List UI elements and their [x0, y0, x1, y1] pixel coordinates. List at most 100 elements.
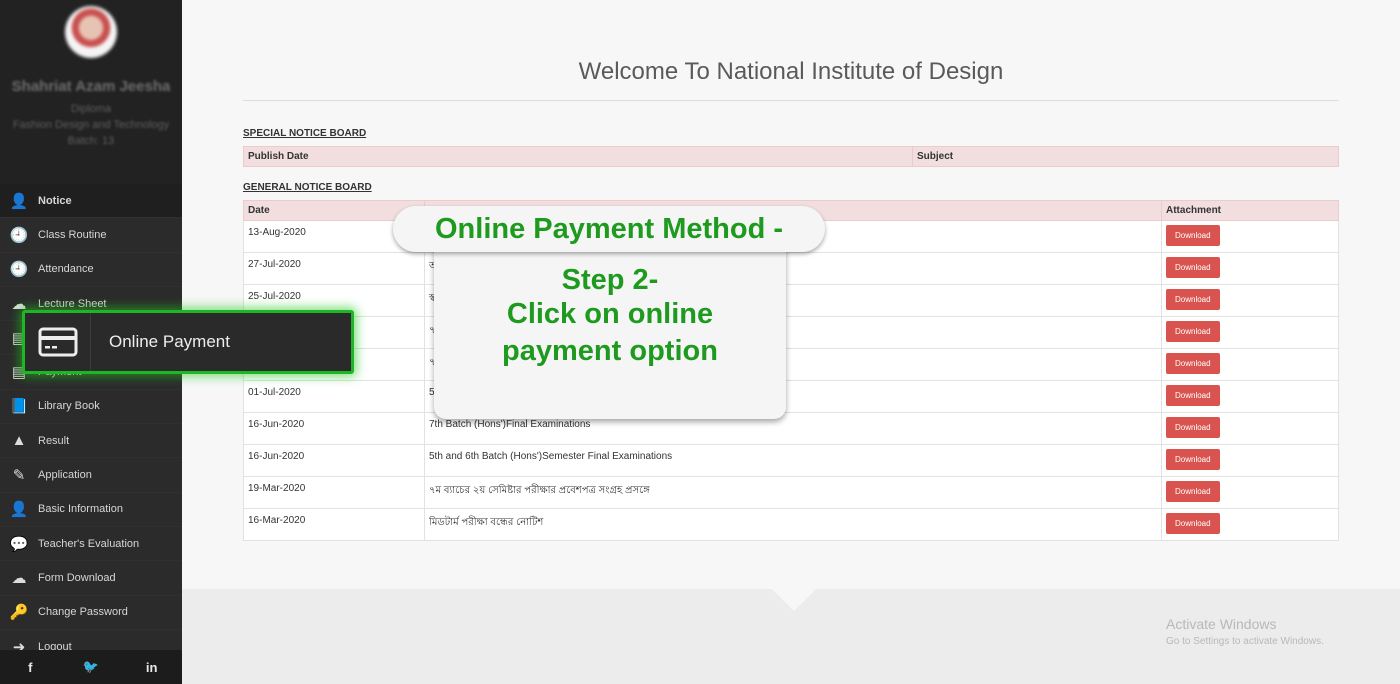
download-button[interactable]: Download: [1166, 353, 1220, 374]
notice-date: 16-Jun-2020: [243, 444, 425, 477]
download-button[interactable]: Download: [1166, 385, 1220, 406]
table-row: 16-Jun-2020 7th Batch (Hons')Final Examin…: [243, 412, 1339, 445]
step-text: Click on online payment option: [434, 296, 786, 370]
sidebar-item-form-download[interactable]: ☁ Form Download: [0, 561, 182, 596]
column-header: Attachment: [1161, 200, 1339, 221]
download-button[interactable]: Download: [1166, 417, 1220, 438]
sidebar-item-label: Change Password: [38, 606, 128, 619]
profile-department: Fashion Design and Technology: [12, 119, 170, 131]
notice-attachment: Download: [1161, 252, 1339, 285]
watermark-title: Activate Windows: [1166, 616, 1277, 632]
sidebar-item-change-password[interactable]: 🔑 Change Password: [0, 596, 182, 630]
profile-batch: Batch: 13: [67, 135, 115, 147]
credit-card-icon: [25, 313, 91, 371]
notice-date: 16-Jun-2020: [243, 412, 425, 445]
sidebar-item-label: Application: [38, 469, 92, 482]
watermark-subtitle: Go to Settings to activate Windows.: [1166, 636, 1324, 647]
avatar: [65, 6, 117, 58]
sidebar-item-library-book[interactable]: 📘 Library Book: [0, 390, 182, 425]
notice-attachment: Download: [1161, 444, 1339, 477]
sidebar-item-label: Notice: [38, 194, 72, 207]
footer-notch: [772, 589, 816, 611]
table-row: 16-Jun-2020 5th and 6th Batch (Hons')Seme…: [243, 444, 1339, 477]
sidebar-item-result[interactable]: ▲ Result: [0, 424, 182, 459]
table-row: 19-Mar-2020 ৭ম ব্যাচের ২য় সেমিষ্টার পরীক…: [243, 476, 1339, 509]
download-button[interactable]: Download: [1166, 289, 1220, 310]
windows-activation-watermark: Activate Windows Go to Settings to activ…: [1166, 616, 1324, 647]
table-row: 16-Mar-2020 মিডটার্ম পরীক্ষা বন্ধের নোটিশ…: [243, 508, 1339, 541]
facebook-icon[interactable]: f: [10, 660, 50, 675]
sidebar-item-label: Result: [38, 434, 70, 447]
notice-attachment: Download: [1161, 348, 1339, 381]
column-header: Subject: [912, 146, 1339, 167]
step-text-line-2: payment option: [502, 335, 718, 367]
table-row: ৭ Download: [243, 316, 1339, 349]
sidebar-item-label: Attendance: [38, 263, 94, 276]
online-payment-callout[interactable]: Online Payment: [22, 310, 354, 374]
clock-icon: 🕘: [9, 261, 29, 279]
table-row: 25-Jul-2020 স্ব Download: [243, 284, 1339, 317]
sidebar-item-label: Library Book: [38, 400, 100, 413]
special-notice-heading: SPECIAL NOTICE BOARD: [243, 128, 367, 139]
download-button[interactable]: Download: [1166, 321, 1220, 342]
twitter-icon[interactable]: 🐦: [71, 659, 111, 675]
sidebar-item-class-routine[interactable]: 🕘 Class Routine: [0, 218, 182, 253]
profile-program: Diploma: [70, 103, 112, 115]
notice-date: 27-Jul-2020: [243, 252, 425, 285]
sidebar-item-application[interactable]: ✎ Application: [0, 458, 182, 493]
column-header: Publish Date: [243, 146, 913, 167]
special-notice-table: Publish Date Subject: [243, 146, 1339, 167]
callout-label: Online Payment: [109, 332, 230, 351]
step-title: Step 2-: [561, 264, 659, 296]
notice-subject: মিডটার্ম পরীক্ষা বন্ধের নোটিশ: [424, 508, 1162, 541]
notice-attachment: Download: [1161, 284, 1339, 317]
title-divider: [243, 100, 1339, 101]
user-icon: 👤: [9, 192, 29, 210]
table-row: ৭ Download: [243, 348, 1339, 381]
notice-attachment: Download: [1161, 380, 1339, 413]
sidebar-item-notice[interactable]: 👤 Notice: [0, 184, 182, 219]
notice-attachment: Download: [1161, 476, 1339, 509]
method-title-pill: Online Payment Method -: [393, 206, 825, 252]
notice-date: 01-Jul-2020: [243, 380, 425, 413]
step-text-line-1: Click on online: [506, 298, 714, 330]
social-links: f 🐦 in: [0, 650, 182, 684]
general-notice-heading: GENERAL NOTICE BOARD: [243, 182, 372, 193]
profile-panel: Shahriat Azam Jeesha Diploma Fashion Des…: [0, 0, 182, 184]
download-button[interactable]: Download: [1166, 257, 1220, 278]
sidebar-item-label: Teacher's Evaluation: [38, 537, 140, 550]
sidebar-item-label: Lecture Sheet: [38, 297, 107, 310]
edit-icon: ✎: [12, 467, 26, 485]
sidebar-item-label: Class Routine: [38, 228, 107, 241]
sidebar-item-label: Basic Information: [38, 503, 123, 516]
notice-subject: 5th and 6th Batch (Hons')Semester Final …: [424, 444, 1162, 477]
download-button[interactable]: Download: [1166, 481, 1220, 502]
notice-attachment: Download: [1161, 412, 1339, 445]
comments-icon: 💬: [9, 535, 29, 553]
cloud-download-icon: ☁: [11, 569, 27, 587]
profile-name: Shahriat Azam Jeesha: [11, 78, 171, 95]
download-button[interactable]: Download: [1166, 513, 1220, 534]
clock-icon: 🕘: [9, 226, 29, 244]
download-button[interactable]: Download: [1166, 449, 1220, 470]
table-row: 01-Jul-2020 5 Download: [243, 380, 1339, 413]
notice-date: 19-Mar-2020: [243, 476, 425, 509]
notice-attachment: Download: [1161, 508, 1339, 541]
sidebar-item-label: Form Download: [38, 571, 116, 584]
notice-attachment: Download: [1161, 220, 1339, 253]
sidebar-item-attendance[interactable]: 🕘 Attendance: [0, 253, 182, 287]
page-title: Welcome To National Institute of Design: [578, 58, 1004, 85]
road-icon: ▲: [11, 432, 27, 450]
step-instruction-card: Step 2- Click on online payment option: [434, 240, 786, 419]
linkedin-icon[interactable]: in: [132, 660, 172, 675]
key-icon: 🔑: [9, 604, 29, 622]
main-content: Welcome To National Institute of Design …: [182, 0, 1400, 684]
sidebar-menu: 👤 Notice 🕘 Class Routine 🕘 Attendance ☁ Lecture…: [0, 184, 182, 665]
table-row: 27-Jul-2020অDownload: [243, 252, 1339, 285]
sidebar-item-teacher-s-evaluation[interactable]: 💬 Teacher's Evaluation: [0, 527, 182, 562]
notice-attachment: Download: [1161, 316, 1339, 349]
user-icon: 👤: [9, 501, 29, 519]
download-button[interactable]: Download: [1166, 225, 1220, 246]
book-icon: 📘: [9, 398, 29, 416]
sidebar-item-basic-information[interactable]: 👤 Basic Information: [0, 493, 182, 527]
